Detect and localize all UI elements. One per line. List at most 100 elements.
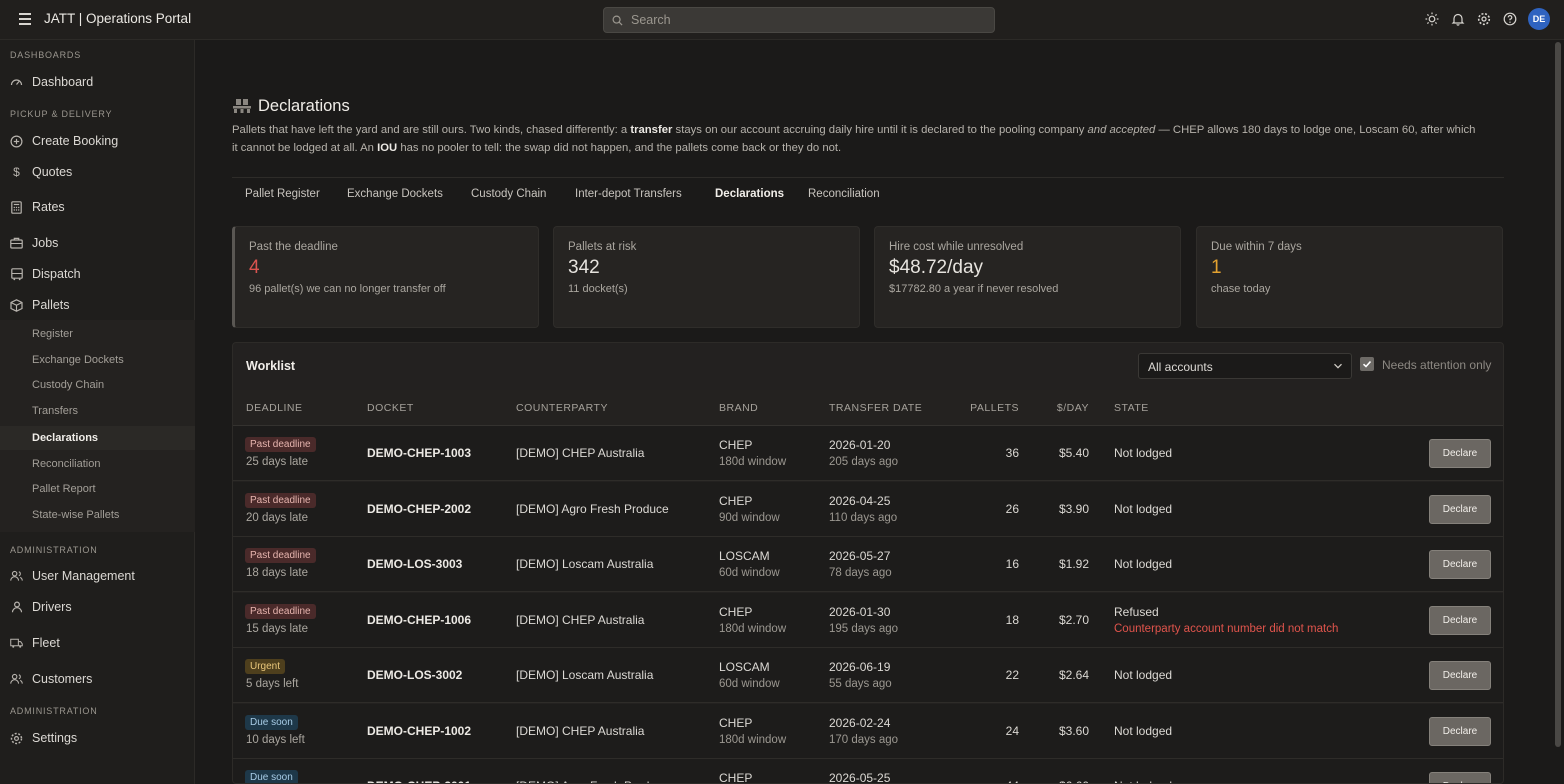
gear-icon[interactable] xyxy=(1476,11,1492,27)
col-transfer-date[interactable]: TRANSFER DATE xyxy=(829,402,922,414)
docket-number[interactable]: DEMO-CHEP-1002 xyxy=(367,724,471,738)
tab-declarations[interactable]: Declarations xyxy=(715,188,784,200)
theme-toggle-icon[interactable] xyxy=(1424,11,1440,27)
docket-number[interactable]: DEMO-CHEP-2002 xyxy=(367,502,471,516)
docket-number[interactable]: DEMO-CHEP-1006 xyxy=(367,613,471,627)
docket-number[interactable]: DEMO-CHEP-1003 xyxy=(367,446,471,460)
page-scrollbar[interactable] xyxy=(1553,40,1564,784)
van-icon xyxy=(10,637,23,650)
declare-button[interactable]: Declare xyxy=(1429,439,1491,468)
col-state[interactable]: STATE xyxy=(1114,402,1149,414)
sidebar-item-customers[interactable]: Customers xyxy=(10,672,92,686)
table-row[interactable]: Due soon 10 days left DEMO-CHEP-1002 [DEMO]… xyxy=(233,703,1503,759)
tab-bar: Pallet Register Exchange Dockets Custody… xyxy=(232,177,1504,212)
calculator-icon xyxy=(10,200,23,214)
sidebar-item-label: Customers xyxy=(32,672,93,686)
worklist-panel: Worklist All accounts Needs attention on… xyxy=(232,342,1504,784)
declare-button[interactable]: Declare xyxy=(1429,716,1491,746)
sidebar-item-create-booking[interactable]: Create Booking xyxy=(10,134,118,148)
sidebar-sub-reconciliation[interactable]: Reconciliation xyxy=(32,458,100,470)
sidebar-item-dispatch[interactable]: Dispatch xyxy=(10,267,81,281)
sidebar-sub-register[interactable]: Register xyxy=(32,328,73,340)
hire-per-day: $3.90 xyxy=(1058,501,1089,516)
sidebar-sub-custody-chain[interactable]: Custody Chain xyxy=(32,379,104,391)
tab-pallet-register[interactable]: Pallet Register xyxy=(245,188,320,200)
col-brand[interactable]: BRAND xyxy=(719,402,758,414)
sidebar-item-quotes[interactable]: $ Quotes xyxy=(10,165,72,179)
col-pallets[interactable]: PALLETS xyxy=(963,402,1019,414)
declare-button[interactable]: Declare xyxy=(1429,494,1491,524)
deadline-detail: 5 days left xyxy=(246,678,299,690)
sidebar-sub-declarations[interactable]: Declarations xyxy=(32,432,98,444)
sidebar-item-user-management[interactable]: User Management xyxy=(10,569,135,583)
bell-icon[interactable] xyxy=(1450,11,1466,27)
deadline-badge: Urgent xyxy=(245,659,286,674)
avatar[interactable]: DE xyxy=(1528,8,1550,30)
stat-label: Past the deadline xyxy=(249,241,338,253)
deadline-badge: Past deadline xyxy=(245,548,316,563)
deadline-badge: Past deadline xyxy=(245,437,316,452)
account-filter-select[interactable]: All accounts xyxy=(1138,353,1352,379)
table-row[interactable]: Past deadline 25 days late DEMO-CHEP-1003 [… xyxy=(233,426,1503,481)
sidebar-sub-exchange-dockets[interactable]: Exchange Dockets xyxy=(32,354,124,366)
sidebar-item-label: Settings xyxy=(32,731,78,745)
transfer-age: 170 days ago xyxy=(829,733,899,746)
tab-exchange-dockets[interactable]: Exchange Dockets xyxy=(347,188,443,200)
col-per-day[interactable]: $/DAY xyxy=(1033,402,1089,414)
table-row[interactable]: Due soon DEMO-CHEP-2001 [DEMO] Agro Fresh … xyxy=(233,759,1503,783)
sidebar-item-dashboard[interactable]: Dashboard xyxy=(10,75,93,89)
brand: CHEP xyxy=(719,604,753,619)
search-box[interactable] xyxy=(603,7,995,33)
deadline-detail: 15 days late xyxy=(246,622,309,635)
docket-number[interactable]: DEMO-LOS-3003 xyxy=(367,557,462,571)
declare-button[interactable]: Declare xyxy=(1429,661,1491,690)
deadline-badge: Past deadline xyxy=(245,492,316,508)
tab-inter-depot-transfers[interactable]: Inter-depot Transfers xyxy=(575,188,682,200)
sidebar-sub-state-wise-pallets[interactable]: State-wise Pallets xyxy=(32,509,119,521)
sidebar-sub-pallet-report[interactable]: Pallet Report xyxy=(32,483,96,495)
search-input[interactable] xyxy=(631,13,991,27)
declaration-state: Not lodged xyxy=(1114,723,1173,738)
search-icon xyxy=(612,15,623,26)
table-row[interactable]: Past deadline 15 days late DEMO-CHEP-1006 [… xyxy=(233,592,1503,648)
sidebar-item-pallets[interactable]: Pallets xyxy=(10,298,70,312)
col-deadline[interactable]: DEADLINE xyxy=(246,402,303,414)
brand-window: 90d window xyxy=(719,511,780,524)
table-row[interactable]: Past deadline 20 days late DEMO-CHEP-2002 [… xyxy=(233,481,1503,537)
tab-custody-chain[interactable]: Custody Chain xyxy=(471,188,546,200)
app-title: JATT | Operations Portal xyxy=(44,11,192,26)
deadline-detail: 25 days late xyxy=(246,456,309,468)
sidebar-item-settings[interactable]: Settings xyxy=(10,731,77,745)
state-note: Counterparty account number did not matc… xyxy=(1114,622,1339,635)
tab-reconciliation[interactable]: Reconciliation xyxy=(808,188,880,200)
help-icon[interactable] xyxy=(1502,11,1518,27)
col-docket[interactable]: DOCKET xyxy=(367,402,414,414)
counterparty: [DEMO] CHEP Australia xyxy=(516,446,645,460)
table-row[interactable]: Past deadline 18 days late DEMO-LOS-3003 [D… xyxy=(233,537,1503,592)
scrollbar-thumb[interactable] xyxy=(1555,42,1561,747)
transfer-date: 2026-01-20 xyxy=(829,438,891,452)
pallet-count: 44 xyxy=(973,779,1019,783)
stat-value: 342 xyxy=(568,257,600,278)
sidebar-item-drivers[interactable]: Drivers xyxy=(10,600,72,614)
docket-number[interactable]: DEMO-CHEP-2001 xyxy=(367,779,471,783)
transfer-age: 78 days ago xyxy=(829,567,892,579)
needs-attention-checkbox[interactable] xyxy=(1360,357,1374,371)
table-row[interactable]: Urgent 5 days left DEMO-LOS-3002 [DEMO] Los… xyxy=(233,648,1503,703)
sidebar-section-administration-2: ADMINISTRATION xyxy=(10,706,98,716)
col-counterparty[interactable]: COUNTERPARTY xyxy=(516,402,608,414)
menu-icon[interactable] xyxy=(19,13,31,25)
declare-button[interactable]: Declare xyxy=(1429,772,1491,783)
sidebar-item-label: Drivers xyxy=(32,600,72,614)
sidebar-sub-transfers[interactable]: Transfers xyxy=(32,405,78,417)
briefcase-icon xyxy=(10,237,23,250)
stat-card-due-7-days: Due within 7 days 1 chase today xyxy=(1196,226,1503,328)
hire-per-day: $3.60 xyxy=(1058,723,1089,738)
declare-button[interactable]: Declare xyxy=(1429,605,1491,635)
sidebar-item-fleet[interactable]: Fleet xyxy=(10,636,60,650)
sidebar-item-jobs[interactable]: Jobs xyxy=(10,236,58,250)
docket-number[interactable]: DEMO-LOS-3002 xyxy=(367,668,462,682)
counterparty: [DEMO] CHEP Australia xyxy=(516,612,645,627)
declare-button[interactable]: Declare xyxy=(1429,550,1491,579)
sidebar-item-rates[interactable]: Rates xyxy=(10,200,65,214)
